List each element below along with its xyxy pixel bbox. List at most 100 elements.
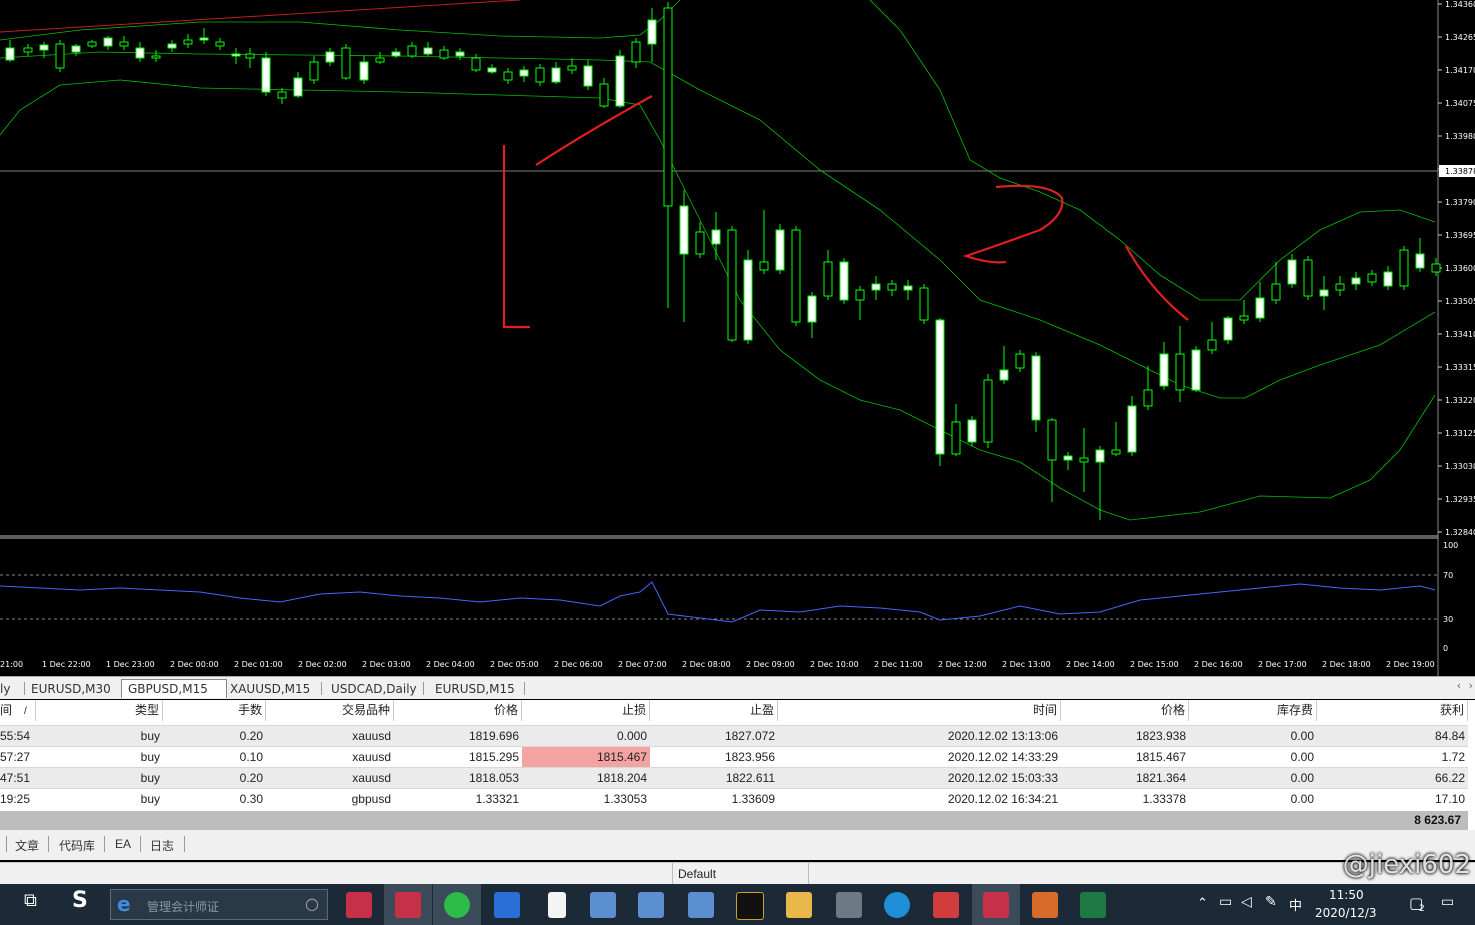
tab-separator — [524, 682, 525, 695]
cell-open-time: 19:25 — [0, 792, 31, 806]
terminal-tabs: 文章 代码库 EA 日志 — [0, 830, 1475, 860]
volume-icon[interactable]: ◁ — [1241, 894, 1252, 910]
table-row[interactable]: 19:25 buy 0.30 gbpusd 1.33321 1.33053 1.33609 2… — [0, 788, 1468, 810]
tab-xauusd-m15[interactable]: XAUUSD,M15 — [224, 680, 316, 698]
price-chart[interactable]: 1.34360 1.34265 1.34170 1.34075 1.33980 1.338… — [0, 0, 1475, 676]
remote-desktop-icon[interactable] — [688, 892, 714, 918]
trading-app-icon[interactable] — [736, 892, 764, 920]
cell-close-price: 1821.364 — [1135, 771, 1186, 785]
chevron-up-icon[interactable]: ⌃ — [1197, 896, 1208, 911]
candle-body — [887, 283, 897, 291]
tab-code-base[interactable]: 代码库 — [59, 837, 95, 854]
col-type-header[interactable]: 类型 — [36, 700, 163, 721]
tab-separator — [423, 682, 424, 695]
tab-eurusd-m15[interactable]: EURUSD,M15 — [429, 680, 521, 698]
col-lots-header[interactable]: 手数 — [163, 700, 266, 721]
price-label: 1.33315 — [1445, 363, 1475, 372]
poker-app-icon[interactable] — [983, 892, 1009, 918]
tab-ly[interactable]: ly — [0, 680, 16, 698]
candle-body — [727, 229, 737, 341]
candle-body — [599, 83, 609, 107]
candle-body — [199, 37, 209, 41]
cell-close-time: 2020.12.02 14:33:29 — [947, 750, 1058, 764]
app-icon[interactable] — [933, 892, 959, 918]
price-label: 1.32935 — [1445, 495, 1475, 504]
scroll-left-icon[interactable]: ‹ — [1457, 679, 1461, 692]
cell-close-time: 2020.12.02 16:34:21 — [947, 792, 1058, 806]
clock-time[interactable]: 11:50 — [1329, 888, 1364, 902]
col-time-header[interactable]: 间 / — [0, 700, 36, 721]
search-box[interactable]: e 管理会计师证 ○ — [110, 889, 328, 920]
cell-open-price: 1819.696 — [468, 729, 519, 743]
chart-window[interactable]: 1.34360 1.34265 1.34170 1.34075 1.33980 1.338… — [0, 0, 1475, 676]
clock-date[interactable]: 2020/12/3 — [1315, 906, 1377, 920]
poker-app-icon[interactable] — [346, 892, 372, 918]
col-close-time-header[interactable]: 时间 — [778, 700, 1061, 721]
candle-body — [1207, 339, 1217, 351]
app-s-icon[interactable]: S — [72, 888, 88, 913]
windows-taskbar: ⧉ S e 管理会计师证 ○ ⌃ ▭ ◁ ✎ 中 11:50 2020/12/3… — [0, 884, 1475, 925]
time-label: 21:00 — [0, 660, 23, 669]
tab-usdcad-daily[interactable]: USDCAD,Daily — [325, 680, 423, 698]
candle-body — [151, 55, 161, 59]
calculator-icon[interactable] — [836, 892, 862, 918]
poker-app-icon[interactable] — [395, 892, 421, 918]
price-label: 1.33600 — [1445, 264, 1475, 273]
candle-body — [1255, 297, 1265, 319]
candle-body — [1143, 389, 1153, 407]
cell-open-price: 1818.053 — [468, 771, 519, 785]
house-app-icon[interactable] — [1032, 892, 1058, 918]
tab-eurusd-m30[interactable]: EURUSD,M30 — [25, 680, 117, 698]
watermark: @jiexi602 — [1342, 850, 1471, 880]
col-close-price-header[interactable]: 价格 — [1061, 700, 1189, 721]
col-swap-header[interactable]: 库存费 — [1189, 700, 1317, 721]
tab-ea[interactable]: EA — [115, 837, 131, 851]
window-app-icon[interactable] — [494, 892, 520, 918]
col-profit-header[interactable]: 获利 — [1317, 700, 1468, 721]
tab-separator — [321, 682, 322, 695]
excel-icon[interactable] — [1080, 892, 1106, 918]
candle-body — [807, 295, 817, 323]
cell-symbol: xauusd — [352, 771, 391, 785]
document-icon[interactable] — [548, 892, 566, 918]
candle-body — [231, 53, 241, 57]
tab-gbpusd-m15[interactable]: GBPUSD,M15 — [121, 679, 227, 698]
cell-stop-loss: 1818.204 — [596, 771, 647, 785]
status-separator — [808, 863, 809, 885]
table-row[interactable]: 47:51 buy 0.20 xauusd 1818.053 1818.204 1822.6… — [0, 767, 1468, 789]
cell-type: buy — [140, 750, 160, 764]
chat-bubble-icon[interactable]: ▭ — [1441, 894, 1454, 910]
col-symbol-header[interactable]: 交易品种 — [266, 700, 394, 721]
network-icon[interactable]: ▭ — [1219, 894, 1232, 910]
tab-articles[interactable]: 文章 — [15, 837, 39, 854]
cell-take-profit: 1822.611 — [725, 771, 775, 785]
candle-body — [1047, 419, 1057, 461]
edge-icon[interactable] — [884, 892, 910, 918]
folder-icon[interactable] — [786, 892, 812, 918]
table-row[interactable]: 55:54 buy 0.20 xauusd 1819.696 0.000 1827.072 2… — [0, 725, 1468, 747]
cell-type: buy — [140, 771, 160, 785]
system-tray: ⌃ ▭ ◁ ✎ 中 11:50 2020/12/3 ▢ 2 ▭ — [1185, 884, 1475, 925]
wechat-icon[interactable] — [444, 892, 470, 918]
candle-body — [1239, 315, 1249, 321]
pen-icon[interactable]: ✎ — [1265, 894, 1277, 910]
cell-swap: 0.00 — [1290, 771, 1314, 785]
remote-desktop-icon[interactable] — [590, 892, 616, 918]
candle-body — [1287, 259, 1297, 285]
col-price-header[interactable]: 价格 — [394, 700, 522, 721]
cell-open-time: 57:27 — [0, 750, 31, 764]
scroll-right-icon[interactable]: › — [1469, 679, 1473, 692]
task-view-icon[interactable]: ⧉ — [24, 890, 37, 911]
rsi-level-label: 100 — [1443, 541, 1458, 550]
price-label: 1.34360 — [1445, 0, 1475, 9]
candle-body — [791, 229, 801, 323]
tab-journal[interactable]: 日志 — [150, 837, 174, 854]
remote-desktop-icon[interactable] — [638, 892, 664, 918]
profile-name[interactable]: Default — [678, 867, 716, 881]
col-tp-header[interactable]: 止盈 — [650, 700, 778, 721]
candle-body — [839, 261, 849, 301]
candle-body — [375, 57, 385, 63]
col-sl-header[interactable]: 止损 — [522, 700, 650, 721]
table-row[interactable]: 57:27 buy 0.10 xauusd 1815.295 1815.467 1823.9… — [0, 746, 1468, 768]
ime-indicator[interactable]: 中 — [1289, 895, 1302, 914]
